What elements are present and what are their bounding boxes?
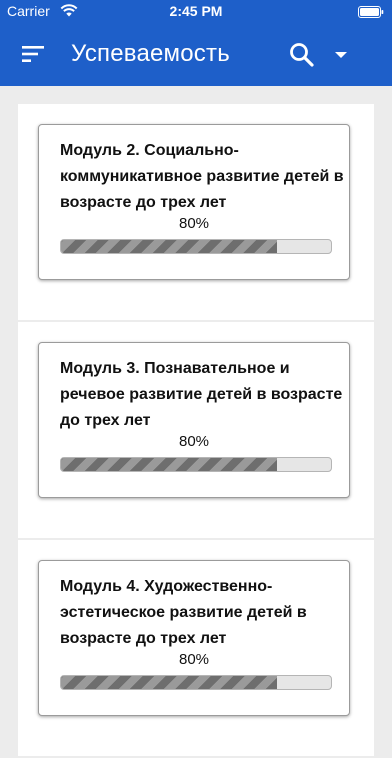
- app-bar: Успеваемость: [0, 22, 392, 86]
- dropdown-button[interactable]: [332, 46, 350, 64]
- progress-bar: [60, 239, 332, 254]
- caret-down-icon: [335, 52, 347, 58]
- progress-bar: [60, 457, 332, 472]
- module-card[interactable]: Модуль 3. Познавательное и речевое разви…: [38, 342, 350, 498]
- progress-fill: [61, 676, 277, 689]
- list-item: Модуль 4. Художественно-эстетическое раз…: [18, 540, 374, 756]
- progress-fill: [61, 458, 277, 471]
- battery-icon: [358, 5, 384, 21]
- search-icon: [290, 43, 314, 67]
- progress-fill: [61, 240, 277, 253]
- clock: 2:45 PM: [169, 3, 223, 19]
- module-title: Модуль 4. Художественно-эстетическое раз…: [60, 578, 307, 647]
- module-card[interactable]: Модуль 4. Художественно-эстетическое раз…: [38, 560, 350, 716]
- module-card[interactable]: Модуль 2. Социально-коммуникативное разв…: [38, 124, 350, 280]
- module-list: Модуль 2. Социально-коммуникативное разв…: [18, 104, 374, 758]
- search-button[interactable]: [288, 41, 316, 69]
- module-title: Модуль 2. Социально-коммуникативное разв…: [60, 142, 344, 211]
- sort-menu-icon: [22, 46, 44, 62]
- progress-label: 80%: [178, 433, 210, 450]
- status-bar: Carrier 2:45 PM: [0, 0, 392, 22]
- page-title: Успеваемость: [71, 40, 230, 67]
- progress-bar: [60, 675, 332, 690]
- progress-label: 80%: [178, 215, 210, 232]
- progress-label: 80%: [178, 651, 210, 668]
- menu-button[interactable]: [22, 44, 46, 64]
- module-title: Модуль 3. Познавательное и речевое разви…: [60, 360, 343, 429]
- list-item: Модуль 2. Социально-коммуникативное разв…: [18, 104, 374, 320]
- list-item: Модуль 3. Познавательное и речевое разви…: [18, 322, 374, 538]
